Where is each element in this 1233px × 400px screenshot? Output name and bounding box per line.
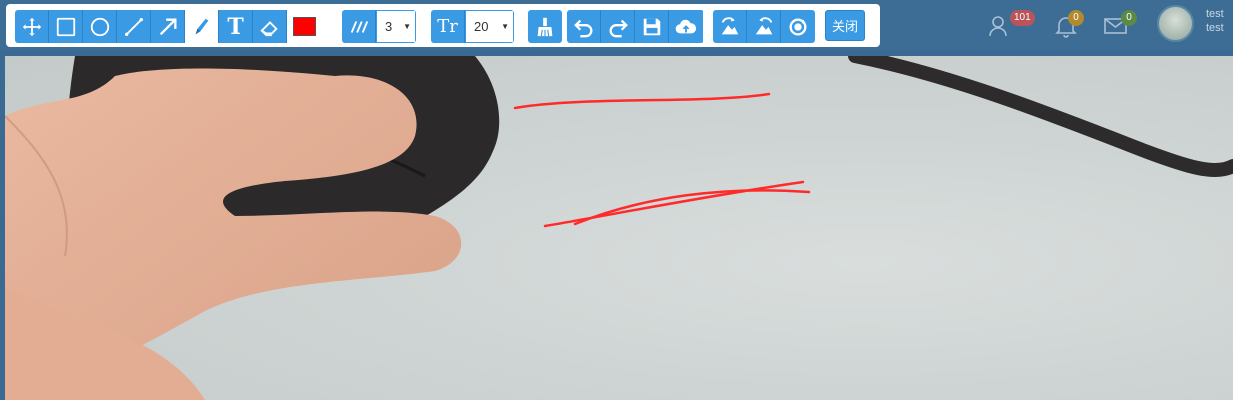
clear-button[interactable] [528,10,562,43]
avatar[interactable] [1157,5,1194,42]
redo-icon [609,19,628,37]
rotate-right-button[interactable] [747,10,781,43]
rotate-left-icon [721,16,738,34]
cloud-upload-icon [675,19,697,33]
rotate-180-button[interactable] [781,10,815,43]
pen-icon [195,18,208,34]
move-tool-button[interactable] [15,10,49,43]
canvas-photo [5,56,1233,400]
move-icon [22,17,41,36]
redo-button[interactable] [601,10,635,43]
eraser-icon [259,20,278,36]
line-width-group: 3 ▼ [342,10,416,43]
undo-button[interactable] [567,10,601,43]
line-width-select[interactable]: 3 ▼ [376,10,416,43]
username-line2: test [1206,22,1224,34]
messages-badge: 0 [1121,10,1137,26]
circle-icon [90,17,109,36]
chevron-down-icon: ▼ [403,22,411,31]
undo-icon [573,19,592,37]
drawing-tools-group: T [15,10,326,43]
save-icon [643,18,660,35]
font-size-group: Tr 20 ▼ [431,10,514,43]
rectangle-icon [56,17,75,36]
upload-button[interactable] [669,10,703,43]
circle-tool-button[interactable] [83,10,117,43]
color-swatch [292,17,316,36]
notifications-badge: 0 [1068,10,1084,26]
font-size-value: 20 [474,19,489,34]
users-badge: 101 [1010,10,1035,26]
eraser-tool-button[interactable] [253,10,287,43]
rotate-group [713,10,815,43]
cable [848,56,1233,177]
clear-group [528,10,562,43]
font-size-button[interactable]: Tr [431,10,465,43]
pen-tool-button[interactable] [185,10,219,43]
line-width-value: 3 [385,19,393,34]
text-icon: T [227,13,244,40]
rotate-left-button[interactable] [713,10,747,43]
save-button[interactable] [635,10,669,43]
line-tool-button[interactable] [117,10,151,43]
line-icon [124,17,143,36]
annotation-toolbar: T 3 ▼ Tr 20 ▼ 关闭 [6,4,880,47]
history-group [567,10,704,43]
line-width-button[interactable] [342,10,376,43]
arrow-tool-button[interactable] [151,10,185,43]
font-size-icon: Tr [437,16,458,37]
line-width-icon [350,20,368,33]
arrow-icon [159,18,176,35]
rotate-right-icon [755,16,772,34]
username-line1: test [1206,8,1224,20]
broom-icon [537,17,553,36]
chevron-down-icon: ▼ [501,22,509,31]
drawing-canvas[interactable] [5,56,1233,400]
font-size-select[interactable]: 20 ▼ [465,10,514,43]
close-button[interactable]: 关闭 [825,10,865,41]
color-picker-button[interactable] [287,10,321,43]
text-tool-button[interactable]: T [219,10,253,43]
annotation-stroke [513,92,771,110]
rectangle-tool-button[interactable] [49,10,83,43]
rotate-180-icon [789,18,807,35]
annotation-stroke [573,189,811,226]
